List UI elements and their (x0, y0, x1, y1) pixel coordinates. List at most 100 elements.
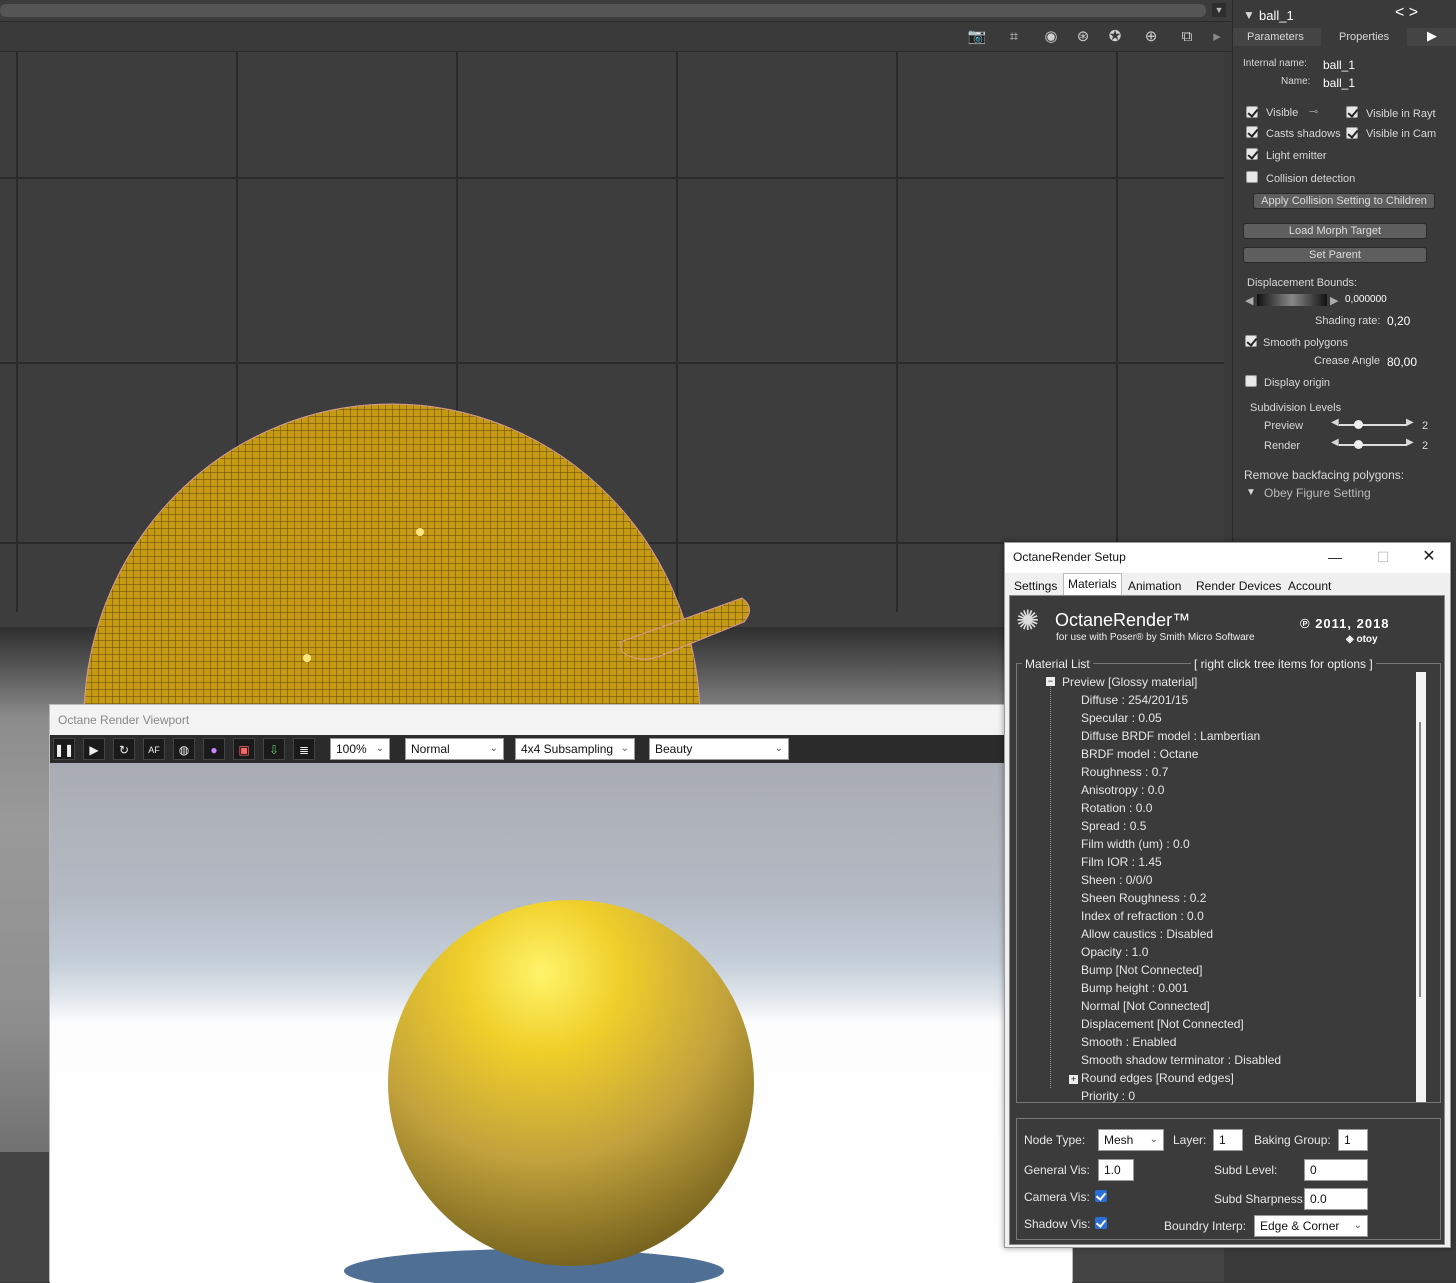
tab-materials[interactable]: Materials (1063, 573, 1122, 595)
camera-icon[interactable]: 📷 (966, 28, 988, 46)
baking-group-input[interactable]: 1 (1338, 1129, 1368, 1151)
tab-account[interactable]: Account (1283, 575, 1336, 595)
preview-slider[interactable] (1339, 424, 1407, 426)
tab-animation[interactable]: Animation (1123, 575, 1186, 595)
general-vis-input[interactable]: 1.0 (1098, 1159, 1134, 1181)
dial-right-icon[interactable]: ▶ (1330, 294, 1338, 307)
preview-slider-knob[interactable] (1354, 420, 1363, 429)
tree-item[interactable]: Opacity : 1.0 (1081, 945, 1148, 959)
restart-icon[interactable]: ↻ (113, 738, 135, 760)
collision-checkbox[interactable] (1246, 171, 1258, 183)
dropdown-arrow-icon[interactable]: ▼ (1246, 487, 1256, 498)
tab-settings[interactable]: Settings (1009, 575, 1062, 595)
scroll-down-icon[interactable]: ▼ (1212, 3, 1226, 17)
tree-item[interactable]: Priority : 0 (1081, 1089, 1135, 1103)
tab-parameters[interactable]: Parameters (1247, 31, 1304, 43)
chevron-right-icon[interactable]: ▸ (1206, 28, 1228, 46)
key-icon[interactable]: ⊸ (1309, 105, 1318, 118)
tab-properties[interactable]: Properties (1339, 31, 1389, 43)
visible-raytrace-checkbox[interactable] (1346, 106, 1358, 118)
zoom-select[interactable]: 100% ⌄ (330, 738, 390, 760)
render-slider-knob[interactable] (1354, 440, 1363, 449)
casts-shadows-checkbox[interactable] (1246, 126, 1258, 138)
crease-angle-value[interactable]: 80,00 (1387, 355, 1417, 369)
rotate-camera-icon[interactable]: ⊛ (1072, 28, 1094, 46)
tree-item[interactable]: Bump [Not Connected] (1081, 963, 1202, 977)
node-type-select[interactable]: Mesh ⌄ (1098, 1129, 1164, 1151)
tree-item[interactable]: Specular : 0.05 (1081, 711, 1162, 725)
name-value[interactable]: ball_1 (1323, 76, 1355, 90)
tree-item[interactable]: Rotation : 0.0 (1081, 801, 1152, 815)
expand-icon[interactable]: + (1069, 1075, 1078, 1084)
subd-level-input[interactable]: 0 (1304, 1159, 1368, 1181)
move-xz-icon[interactable]: ⊕ (1140, 28, 1162, 46)
camera-lens-icon[interactable]: ◉ (1040, 28, 1062, 46)
mode-select[interactable]: Normal ⌄ (405, 738, 504, 760)
tree-scrollbar-thumb[interactable] (1419, 722, 1421, 997)
slider-right-icon[interactable]: ▶ (1406, 437, 1414, 448)
layer-input[interactable]: 1 (1213, 1129, 1243, 1151)
tree-scrollbar[interactable] (1416, 672, 1426, 1102)
camera-vis-checkbox[interactable] (1095, 1190, 1107, 1202)
af-icon[interactable]: AF (143, 738, 165, 760)
slider-left-icon[interactable]: ◀ (1331, 417, 1339, 428)
tree-item[interactable]: Diffuse : 254/201/15 (1081, 693, 1188, 707)
display-origin-checkbox[interactable] (1245, 375, 1257, 387)
log-icon[interactable]: ≣ (293, 738, 315, 760)
visible-camera-checkbox[interactable] (1346, 127, 1358, 139)
tree-item[interactable]: Sheen Roughness : 0.2 (1081, 891, 1206, 905)
tree-root[interactable]: Preview [Glossy material] (1062, 675, 1197, 689)
export-icon[interactable]: ⇩ (263, 738, 285, 760)
dial-left-icon[interactable]: ◀ (1245, 294, 1253, 307)
boundary-interp-select[interactable]: Edge & Corner ⌄ (1254, 1215, 1368, 1237)
close-icon[interactable]: ✕ (1419, 547, 1439, 567)
tree-item[interactable]: Allow caustics : Disabled (1081, 927, 1213, 941)
render-slider[interactable] (1339, 444, 1407, 446)
camera-region-icon[interactable]: ⌗ (1003, 28, 1025, 46)
maximize-icon[interactable]: ☐ (1373, 547, 1393, 567)
collapse-icon[interactable]: − (1046, 677, 1055, 686)
prev-next-icon[interactable]: < > (1395, 4, 1418, 22)
tree-item[interactable]: Normal [Not Connected] (1081, 999, 1210, 1013)
tree-item[interactable]: Round edges [Round edges] (1081, 1071, 1234, 1085)
smooth-polygons-checkbox[interactable] (1245, 335, 1257, 347)
slider-right-icon[interactable]: ▶ (1406, 417, 1414, 428)
tree-item[interactable]: Anisotropy : 0.0 (1081, 783, 1164, 797)
collapse-icon[interactable]: ▼ (1243, 8, 1255, 22)
trackball-icon[interactable]: ✪ (1104, 28, 1126, 46)
light-emitter-checkbox[interactable] (1246, 148, 1258, 160)
tree-item[interactable]: Bump height : 0.001 (1081, 981, 1188, 995)
tree-item[interactable]: Roughness : 0.7 (1081, 765, 1168, 779)
tree-item[interactable]: Index of refraction : 0.0 (1081, 909, 1204, 923)
apply-collision-button[interactable]: Apply Collision Setting to Children (1253, 193, 1435, 209)
shading-rate-value[interactable]: 0,20 (1387, 314, 1410, 328)
obey-figure-dropdown[interactable]: Obey Figure Setting (1264, 486, 1371, 500)
tree-item[interactable]: BRDF model : Octane (1081, 747, 1198, 761)
pass-select[interactable]: Beauty ⌄ (649, 738, 789, 760)
visible-checkbox[interactable] (1246, 106, 1258, 118)
pause-icon[interactable]: ❚❚ (53, 738, 75, 760)
tab-arrow-icon[interactable]: ▶ (1427, 28, 1437, 44)
displacement-value[interactable]: 0,000000 (1345, 294, 1387, 305)
move-camera-icon[interactable]: ⧉ (1176, 28, 1198, 46)
camera-icon[interactable]: ◍ (173, 738, 195, 760)
subd-sharpness-input[interactable]: 0.0 (1304, 1188, 1368, 1210)
region-icon[interactable]: ▣ (233, 738, 255, 760)
color-icon[interactable]: ● (203, 738, 225, 760)
tree-item[interactable]: Film IOR : 1.45 (1081, 855, 1162, 869)
minimize-icon[interactable]: — (1325, 547, 1345, 567)
tree-item[interactable]: Smooth : Enabled (1081, 1035, 1176, 1049)
horizontal-scrollbar[interactable] (0, 4, 1206, 17)
slider-left-icon[interactable]: ◀ (1331, 437, 1339, 448)
tab-render-devices[interactable]: Render Devices (1191, 575, 1286, 595)
shadow-vis-checkbox[interactable] (1095, 1217, 1107, 1229)
tree-item[interactable]: Diffuse BRDF model : Lambertian (1081, 729, 1260, 743)
displacement-dial[interactable] (1257, 294, 1327, 306)
tree-item[interactable]: Smooth shadow terminator : Disabled (1081, 1053, 1281, 1067)
play-icon[interactable]: ▶ (83, 738, 105, 760)
tree-item[interactable]: Film width (um) : 0.0 (1081, 837, 1190, 851)
render-output[interactable] (50, 763, 1072, 1283)
set-parent-button[interactable]: Set Parent (1243, 247, 1427, 263)
subsampling-select[interactable]: 4x4 Subsampling ⌄ (515, 738, 635, 760)
tree-item[interactable]: Sheen : 0/0/0 (1081, 873, 1152, 887)
